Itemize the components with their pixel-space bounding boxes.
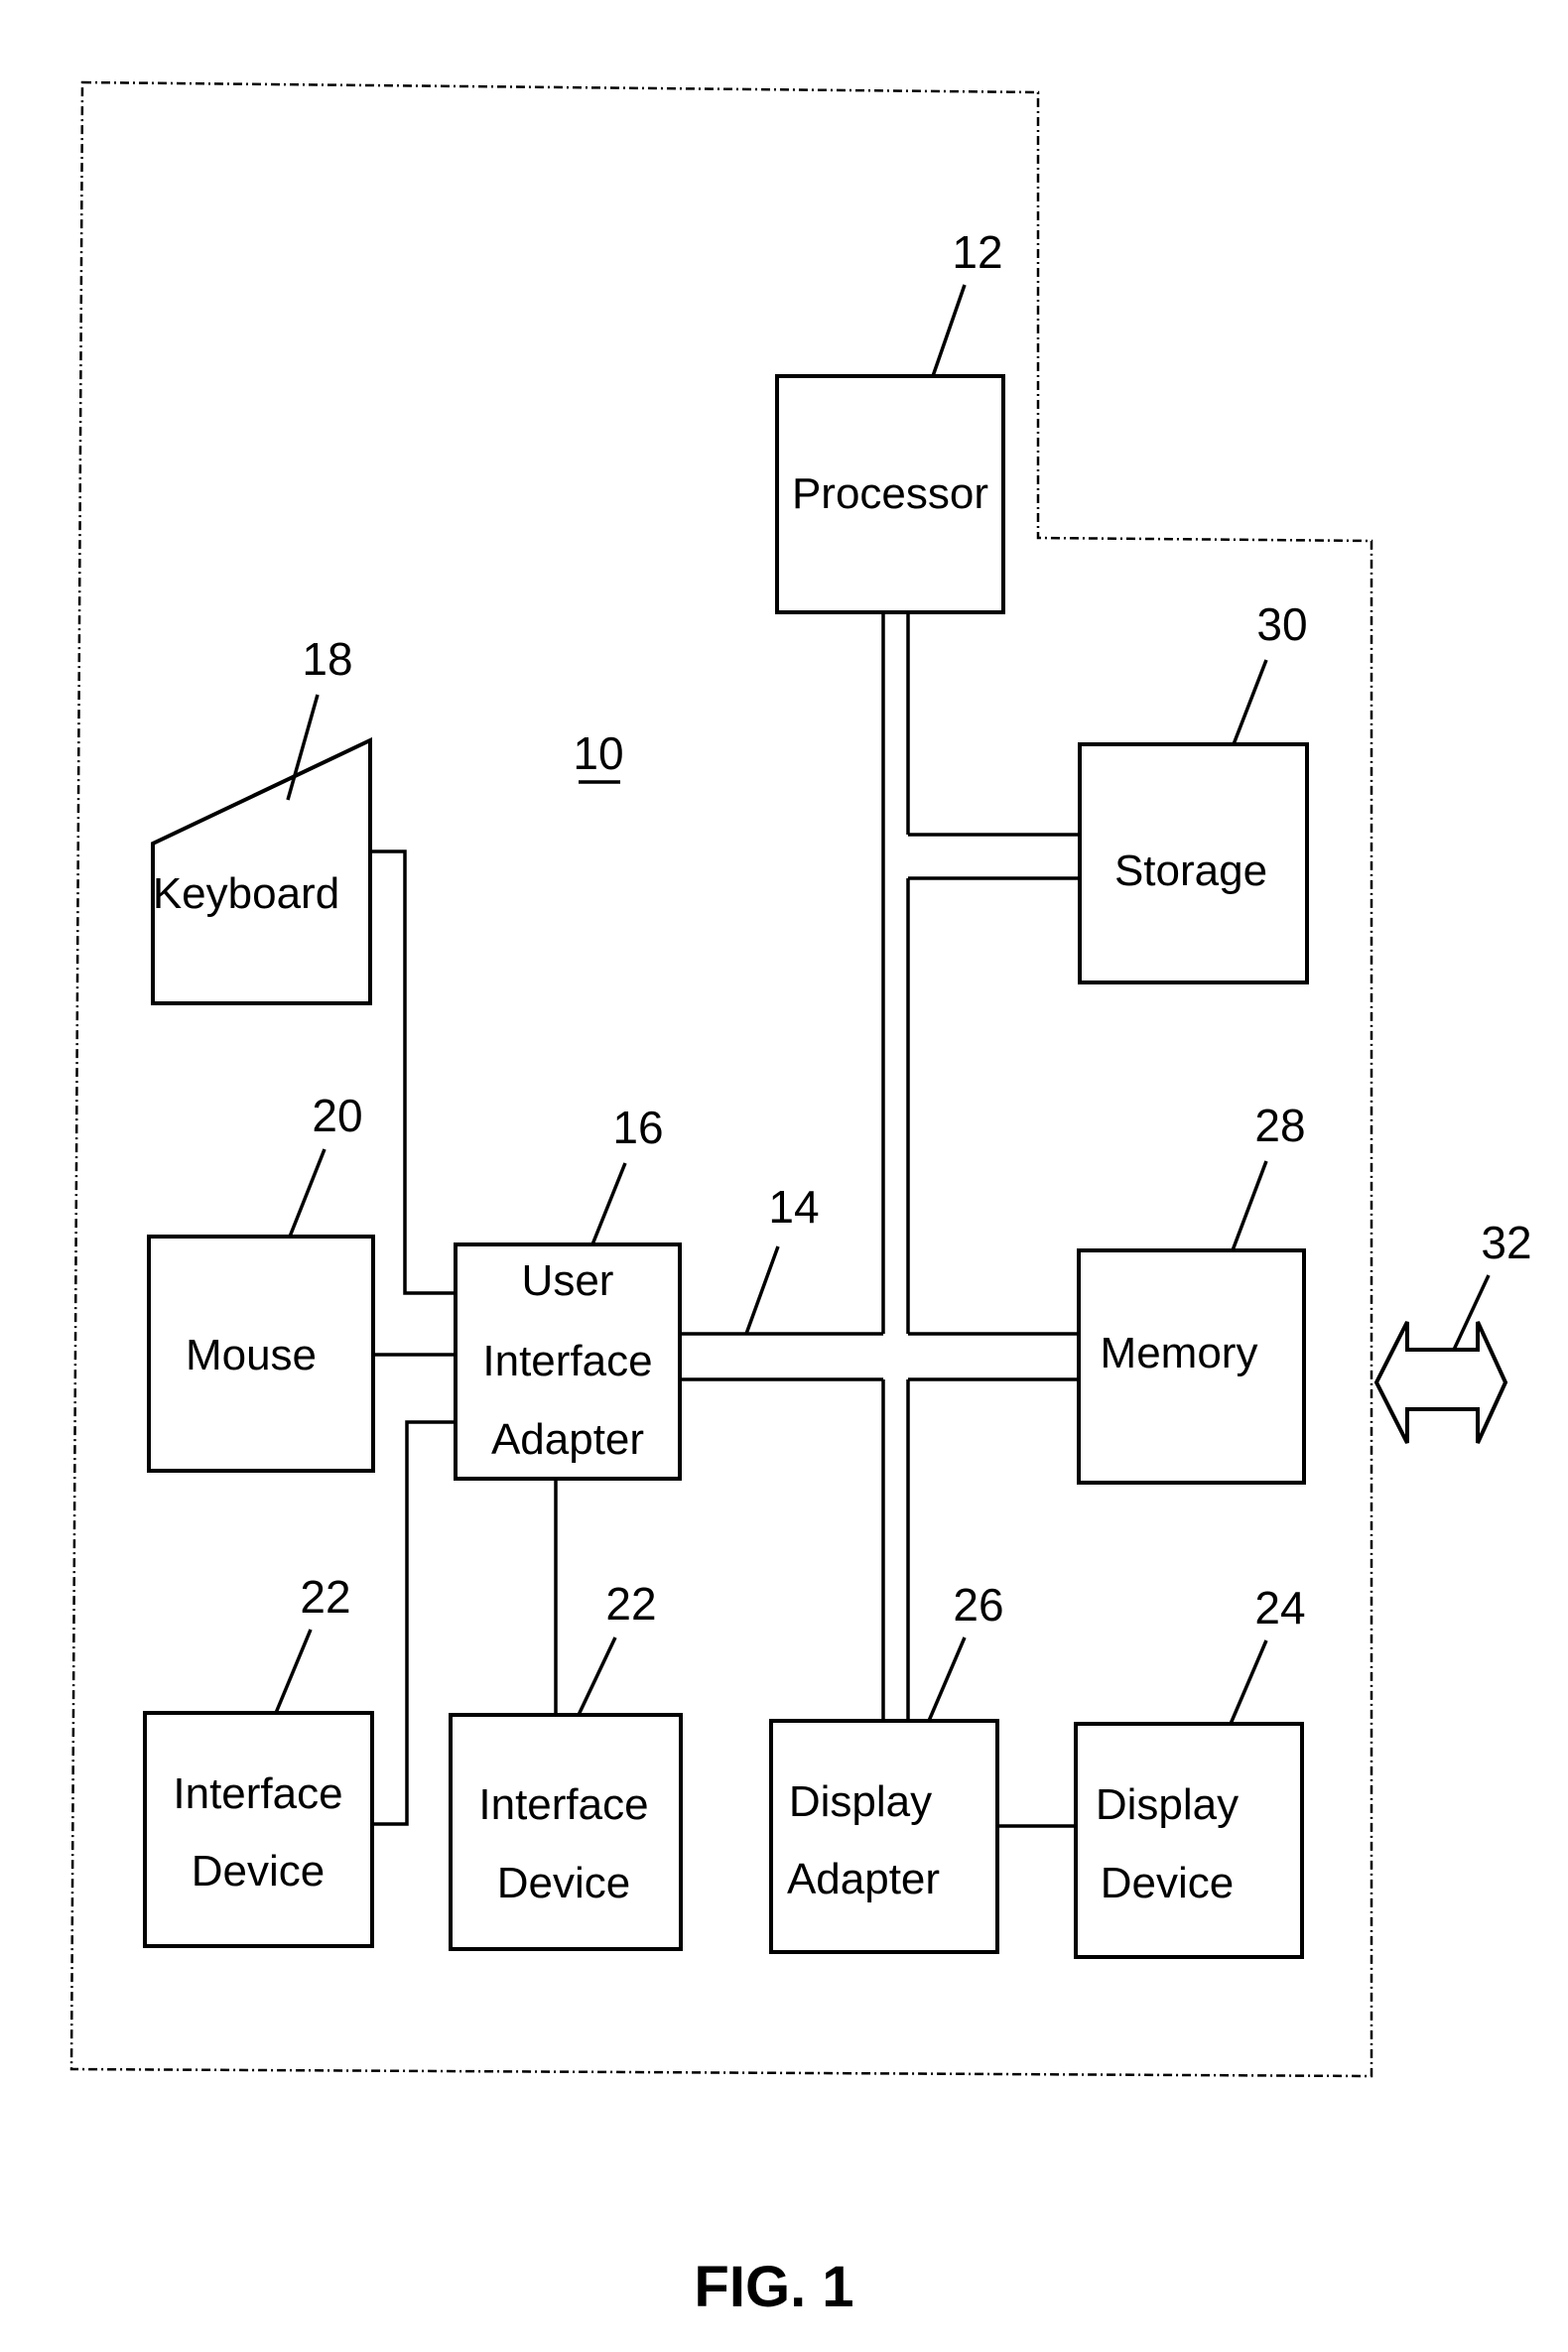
keyboard-block: Keyboard <box>151 736 372 1005</box>
mouse-label: Mouse <box>186 1331 317 1379</box>
uia-label-line-2: Interface <box>482 1337 652 1385</box>
interface-device-2-block: Interface Device <box>449 1713 683 1951</box>
interface-device-2-label-line-2: Device <box>497 1859 631 1907</box>
interface-device-2-ref-number: 22 <box>605 1578 656 1630</box>
display-adapter-leader <box>927 1636 967 1722</box>
figure-caption: FIG. 1 <box>694 2255 853 2319</box>
system-ref-number: 10 <box>573 727 623 779</box>
memory-ref-number: 28 <box>1254 1100 1305 1151</box>
uia-ref-number: 16 <box>612 1102 663 1153</box>
display-adapter-ref-number: 26 <box>953 1579 1003 1631</box>
system-bus <box>680 612 1081 1721</box>
display-device-block: Display Device <box>1074 1722 1304 1959</box>
storage-label: Storage <box>1114 847 1267 895</box>
keyboard-label: Keyboard <box>153 869 339 918</box>
processor-label: Processor <box>792 469 988 518</box>
processor-leader <box>931 284 967 377</box>
display-adapter-label-line-1: Display <box>789 1777 932 1826</box>
memory-block: Memory <box>1077 1248 1306 1485</box>
interface-device-1-label-line-1: Interface <box>173 1769 342 1818</box>
storage-leader <box>1232 659 1268 745</box>
user-interface-adapter-block: User Interface Adapter <box>454 1242 682 1481</box>
double-arrow-icon <box>1373 1321 1508 1444</box>
uia-leader <box>590 1162 627 1245</box>
memory-leader <box>1231 1160 1268 1251</box>
mouse-leader <box>288 1148 327 1238</box>
storage-ref-number: 30 <box>1256 598 1307 650</box>
display-device-leader <box>1229 1639 1268 1725</box>
display-device-label-line-1: Display <box>1096 1780 1239 1829</box>
mouse-block: Mouse <box>147 1235 375 1473</box>
uia-label-line-3: Adapter <box>491 1415 644 1464</box>
block-diagram: 10 14 Processor 12 Storage 30 Keyboard 1… <box>69 80 1532 2319</box>
uia-label-line-1: User <box>522 1256 614 1305</box>
keyboard-connector <box>370 849 456 1295</box>
interface-device-1-leader <box>274 1629 313 1714</box>
display-device-label-line-2: Device <box>1101 1859 1235 1907</box>
storage-block: Storage <box>1078 742 1309 984</box>
display-adapter-label-line-2: Adapter <box>787 1855 940 1903</box>
display-adapter-block: Display Adapter <box>769 1719 999 1954</box>
bus-leader <box>744 1245 780 1335</box>
interface-device-1-ref-number: 22 <box>300 1571 350 1623</box>
bus-ref-number: 14 <box>768 1181 819 1233</box>
network-ref-number: 32 <box>1481 1217 1531 1268</box>
processor-block: Processor <box>775 374 1005 614</box>
display-device-ref-number: 24 <box>1254 1582 1305 1633</box>
keyboard-ref-number: 18 <box>302 633 352 685</box>
interface-device-1-connector <box>372 1420 456 1826</box>
mouse-ref-number: 20 <box>312 1090 362 1141</box>
interface-device-2-label-line-1: Interface <box>478 1780 648 1829</box>
interface-device-1-block: Interface Device <box>143 1711 374 1948</box>
memory-label: Memory <box>1101 1329 1258 1377</box>
processor-ref-number: 12 <box>952 226 1002 278</box>
interface-device-2-leader <box>577 1636 617 1716</box>
interface-device-1-label-line-2: Device <box>192 1847 326 1895</box>
